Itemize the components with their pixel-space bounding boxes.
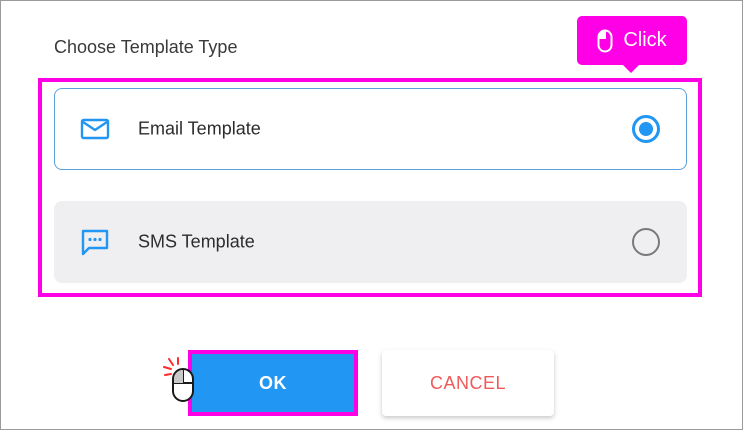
envelope-icon: [80, 114, 110, 144]
mouse-click-cursor-icon: [163, 357, 194, 402]
sms-template-option[interactable]: SMS Template: [54, 201, 687, 283]
email-template-option[interactable]: Email Template: [54, 88, 687, 170]
email-template-radio[interactable]: [632, 115, 660, 143]
mouse-icon: [597, 29, 613, 52]
sms-template-radio[interactable]: [632, 228, 660, 256]
cancel-button[interactable]: CANCEL: [382, 350, 554, 416]
sms-template-label: SMS Template: [138, 231, 255, 252]
sms-message-icon: [80, 227, 110, 257]
ok-button[interactable]: OK: [188, 350, 358, 416]
dialog-frame: Choose Template Type Click Email Templat…: [0, 0, 743, 430]
tooltip-label: Click: [623, 29, 667, 51]
click-tooltip: Click: [577, 16, 687, 73]
email-template-label: Email Template: [138, 118, 261, 139]
dialog-title: Choose Template Type: [54, 37, 238, 57]
